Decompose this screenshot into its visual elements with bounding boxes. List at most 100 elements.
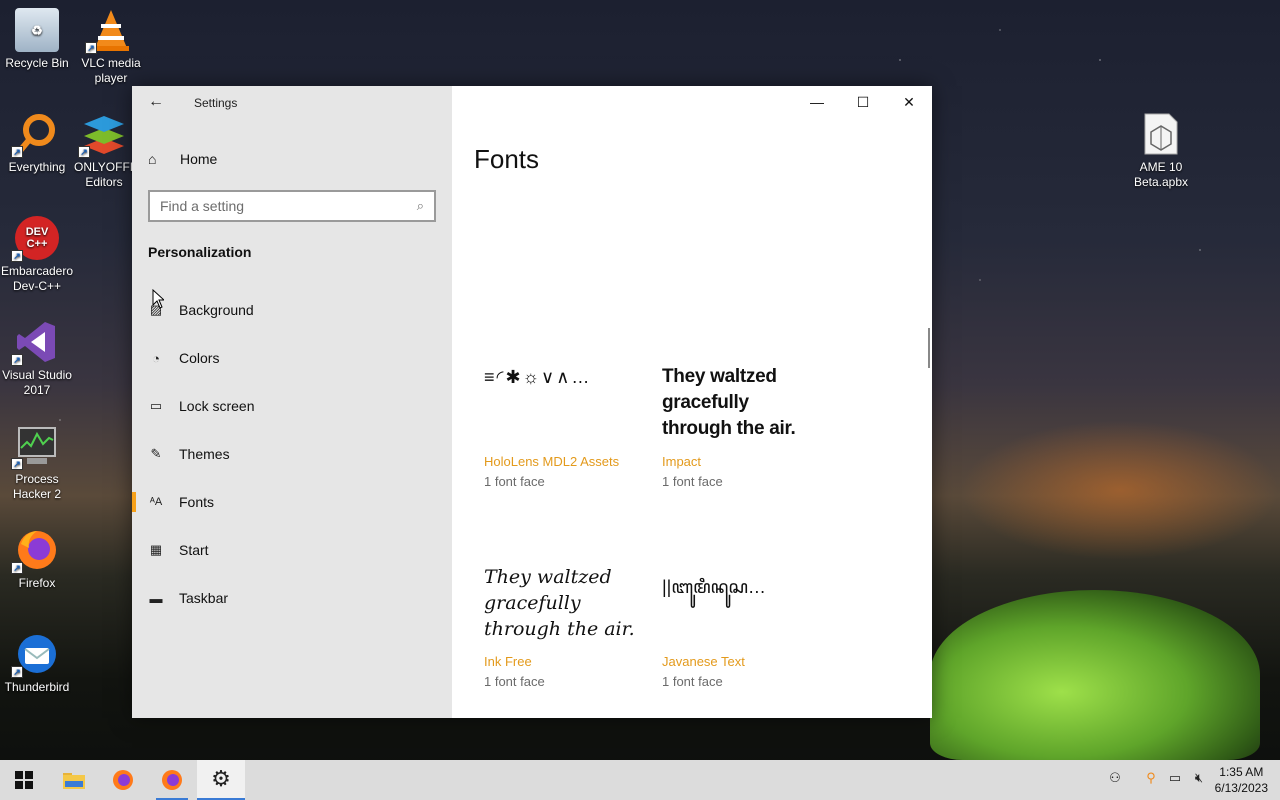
nav-item-label: Start [179,542,209,558]
close-icon: ✕ [903,93,915,110]
vlc-icon: ↗ [85,8,133,54]
visual-studio-icon: ↗ [11,320,59,366]
thunderbird-icon: ↗ [11,632,59,678]
font-preview: ≡◜✱☼∨∧… [484,367,592,387]
desktop-icon-label: AME 10 Beta.apbx [1133,160,1189,189]
nav-item-label: Lock screen [179,398,255,414]
page-title: Fonts [474,144,540,174]
network-icon[interactable]: ▭ [1166,770,1184,790]
fonts-icon: ᴬA [149,496,163,508]
font-faces: 1 font face [484,474,545,489]
desktop-icon-label: ONLYOFFICE Editors [74,160,134,189]
search-icon[interactable]: ⌕ [417,198,424,214]
taskbar-settings[interactable]: ⚙ [197,760,245,800]
desktop-icon-label: Embarcadero Dev-C++ [0,264,74,293]
font-preview: They waltzed gracefully through the air. [484,566,635,640]
desktop-icon-vlc[interactable]: ↗ VLC media player [74,8,148,86]
desktop-icon-label: Process Hacker 2 [12,472,62,501]
font-card-javanese[interactable]: ||ꦧꦸꦩꦶꦤꦸꦱ… Javanese Text 1 font face [662,564,822,689]
desktop-icon-visual-studio[interactable]: ↗ Visual Studio 2017 [0,320,74,398]
clock-date: 6/13/2023 [1214,781,1268,795]
desktop-icon-process-hacker[interactable]: ↗ Process Hacker 2 [0,424,74,502]
scrollbar-thumb[interactable] [928,328,930,368]
taskbar-firefox[interactable] [99,760,147,800]
nav-item-start[interactable]: ▦ Start [132,526,452,574]
recycle-bin-icon: ♻ [15,8,59,52]
font-faces: 1 font face [662,474,723,489]
home-label: Home [180,151,218,167]
gear-icon: ⚙ [211,766,231,791]
minimize-icon: — [810,94,824,110]
home-icon: ⌂ [148,151,157,167]
start-icon: ▦ [149,542,163,557]
font-card-ink-free[interactable]: They waltzed gracefully through the air.… [484,564,644,689]
wallpaper-tent [930,590,1260,760]
mouse-cursor-icon [152,289,164,309]
nav-item-label: Themes [179,446,230,462]
section-title: Personalization [148,244,252,260]
firefox-icon [162,770,182,790]
taskbar-icon: ▬ [149,590,163,606]
desktop-icon-label: Visual Studio 2017 [2,368,72,397]
start-button[interactable] [0,760,48,800]
nav-item-label: Colors [179,350,220,366]
window-title: Settings [194,96,238,110]
settings-main-pane: — ☐ ✕ Fonts ≡◜✱☼∨∧… HoloLens MDL2 Assets… [452,86,932,718]
nav-item-label: Fonts [179,494,215,510]
devcpp-icon-text: DEV C++ [25,226,49,250]
font-name: Ink Free [484,654,532,669]
wallpaper-glow [960,420,1280,560]
font-card-hololens[interactable]: ≡◜✱☼∨∧… HoloLens MDL2 Assets 1 font face [484,364,644,489]
personalization-nav: ▨ Background ◔ Colors ▭ Lock screen ✎ Th… [132,286,452,622]
font-card-impact[interactable]: They waltzed gracefully through the air.… [662,364,822,489]
desktop-icon-everything[interactable]: ↗ Everything [0,112,74,175]
maximize-button[interactable]: ☐ [840,86,886,118]
desktop-icon-ame-apbx[interactable]: AME 10 Beta.apbx [1124,112,1198,190]
nav-item-themes[interactable]: ✎ Themes [132,430,452,478]
taskbar-firefox-running[interactable] [148,760,196,800]
search-input[interactable] [160,198,417,214]
settings-sidebar: ← Settings ⌂ Home ⌕ Personalization ▨ Ba… [132,86,452,718]
search-box[interactable]: ⌕ [148,190,436,222]
everything-search-icon[interactable]: ⚲ [1142,770,1160,790]
minimize-button[interactable]: — [794,86,840,118]
desktop-icon-label: Thunderbird [4,680,70,694]
windows-logo-icon [15,771,33,789]
nav-item-fonts[interactable]: ᴬA Fonts [132,478,452,526]
taskbar: ⚙ ⚇ ⚲ ▭ 🔇︎ 1:35 AM 6/13/2023 [0,760,1280,800]
palette-icon: ◔ [152,350,160,366]
nav-item-label: Taskbar [179,590,229,606]
home-link[interactable]: ⌂ Home [148,148,217,170]
process-hacker-icon: ↗ [11,424,59,470]
devcpp-icon: DEV C++ ↗ [11,216,59,262]
nav-item-background[interactable]: ▨ Background [132,286,452,334]
firefox-icon [113,770,133,790]
desktop-icon-firefox[interactable]: ↗ Firefox [0,528,74,591]
taskbar-file-explorer[interactable] [50,760,98,800]
clock[interactable]: 1:35 AM 6/13/2023 [1215,764,1268,796]
desktop-icon-devcpp[interactable]: DEV C++ ↗ Embarcadero Dev-C++ [0,216,74,294]
folder-icon [63,773,85,789]
font-name: Impact [662,454,702,469]
font-preview: They waltzed gracefully through the air. [662,366,796,439]
font-faces: 1 font face [662,674,723,689]
everything-search-icon: ↗ [11,112,59,158]
desktop-icon-recycle-bin[interactable]: ♻ Recycle Bin [0,8,74,71]
desktop-icon-label: Firefox [18,576,56,590]
nav-item-label: Background [179,302,254,318]
desktop-icon-label: VLC media player [81,56,141,85]
desktop-icon-onlyoffice[interactable]: ↗ ONLYOFFICE Editors [74,112,134,190]
font-faces: 1 font face [484,674,545,689]
font-name: HoloLens MDL2 Assets [484,454,620,469]
close-button[interactable]: ✕ [886,86,932,118]
desktop-icon-thunderbird[interactable]: ↗ Thunderbird [0,632,74,695]
firefox-icon: ↗ [11,528,59,574]
volume-muted-icon[interactable]: 🔇︎ [1190,770,1208,790]
nav-item-taskbar[interactable]: ▬ Taskbar [132,574,452,622]
people-icon[interactable]: ⚇ [1106,770,1124,790]
nav-item-colors[interactable]: ◔ Colors [132,334,452,382]
back-arrow-icon[interactable]: ← [144,92,168,112]
font-preview: ||ꦧꦸꦩꦶꦤꦸꦱ… [662,577,766,597]
themes-icon: ✎ [150,446,162,461]
nav-item-lock-screen[interactable]: ▭ Lock screen [132,382,452,430]
